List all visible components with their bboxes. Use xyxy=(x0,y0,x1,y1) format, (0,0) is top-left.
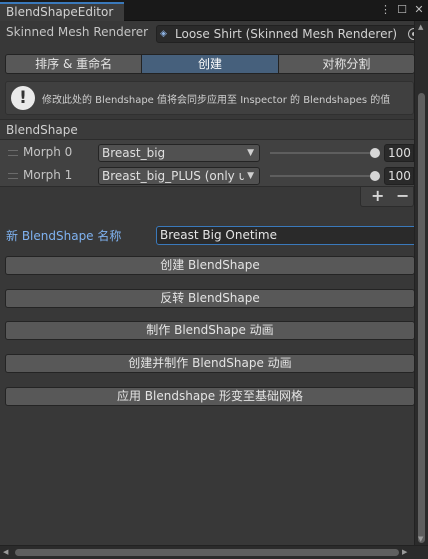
weight-slider[interactable] xyxy=(270,175,375,177)
window-tab-bar: BlendShapeEditor ⋮ ☐ ✕ xyxy=(0,0,428,21)
chevron-down-icon: ▼ xyxy=(244,145,254,161)
mesh-renderer-row: Skinned Mesh Renderer ◈ Loose Shirt (Ski… xyxy=(0,23,428,43)
horizontal-scrollbar[interactable]: ◀ ▶ xyxy=(0,545,428,559)
blendshape-list-body: Morph 0 Breast_big ▼ 100 Morph 1 Breast_… xyxy=(0,139,414,187)
drag-handle-icon[interactable] xyxy=(8,150,18,156)
drag-handle-icon[interactable] xyxy=(8,173,18,179)
close-icon[interactable]: ✕ xyxy=(414,2,424,18)
vertical-scrollbar[interactable]: ▲ ▼ xyxy=(414,21,428,545)
kebab-menu-icon[interactable]: ⋮ xyxy=(380,2,391,18)
shape-dropdown[interactable]: Breast_big_PLUS (only us ▼ xyxy=(98,167,260,185)
invert-blendshape-button[interactable]: 反转 BlendShape xyxy=(5,289,415,308)
vertical-scroll-thumb[interactable] xyxy=(418,93,425,543)
warning-icon: ! xyxy=(11,86,35,110)
list-item: Morph 1 Breast_big_PLUS (only us ▼ 100 xyxy=(0,165,414,187)
tab-symmetric-split[interactable]: 对称分割 xyxy=(278,55,414,73)
create-and-animate-button[interactable]: 创建并制作 BlendShape 动画 xyxy=(5,354,415,373)
shape-dropdown-value: Breast_big_PLUS (only us xyxy=(102,169,253,183)
remove-icon[interactable]: − xyxy=(396,187,409,205)
shape-dropdown-value: Breast_big xyxy=(102,146,166,160)
blendshape-list-header: BlendShape xyxy=(0,119,414,139)
tab-sort-rename[interactable]: 排序 & 重命名 xyxy=(6,55,143,73)
chevron-down-icon: ▼ xyxy=(244,168,254,184)
weight-field[interactable]: 100 xyxy=(384,167,414,185)
tab-create[interactable]: 创建 xyxy=(142,55,279,73)
scroll-down-icon[interactable]: ▼ xyxy=(418,535,423,543)
new-name-input[interactable]: Breast Big Onetime xyxy=(156,226,428,245)
animate-blendshape-button[interactable]: 制作 BlendShape 动画 xyxy=(5,321,415,340)
morph-label: Morph 1 xyxy=(23,168,73,182)
shape-dropdown[interactable]: Breast_big ▼ xyxy=(98,144,260,162)
weight-field[interactable]: 100 xyxy=(384,144,414,162)
blendshape-list: BlendShape Morph 0 Breast_big ▼ 100 Morp… xyxy=(0,117,414,209)
mesh-renderer-label: Skinned Mesh Renderer xyxy=(6,25,149,39)
weight-slider-handle[interactable] xyxy=(370,148,380,158)
create-blendshape-button[interactable]: 创建 BlendShape xyxy=(5,256,415,275)
mode-toolbar: 排序 & 重命名 创建 对称分割 xyxy=(5,54,415,74)
maximize-icon[interactable]: ☐ xyxy=(397,2,407,18)
help-box: ! 修改此处的 Blendshape 值将会同步应用至 Inspector 的 … xyxy=(5,81,414,115)
help-message: 修改此处的 Blendshape 值将会同步应用至 Inspector 的 Bl… xyxy=(42,95,391,106)
add-icon[interactable]: + xyxy=(371,187,384,205)
horizontal-scroll-thumb[interactable] xyxy=(15,549,399,556)
scroll-right-icon[interactable]: ▶ xyxy=(402,548,407,556)
new-name-label: 新 BlendShape 名称 xyxy=(6,229,122,243)
weight-slider-handle[interactable] xyxy=(370,171,380,181)
morph-label: Morph 0 xyxy=(23,145,73,159)
skinned-mesh-icon: ◈ xyxy=(160,29,167,39)
window-tab[interactable]: BlendShapeEditor xyxy=(0,2,124,21)
window-controls: ⋮ ☐ ✕ xyxy=(380,2,424,18)
window-tab-title: BlendShapeEditor xyxy=(6,5,114,19)
list-item: Morph 0 Breast_big ▼ 100 xyxy=(0,142,414,164)
weight-slider[interactable] xyxy=(270,152,375,154)
apply-to-base-mesh-button[interactable]: 应用 Blendshape 形变至基础网格 xyxy=(5,387,415,406)
editor-panel: Skinned Mesh Renderer ◈ Loose Shirt (Ski… xyxy=(0,21,428,545)
scroll-left-icon[interactable]: ◀ xyxy=(3,548,8,556)
scroll-up-icon[interactable]: ▲ xyxy=(418,23,423,31)
new-name-row: 新 BlendShape 名称 Breast Big Onetime xyxy=(0,224,428,245)
list-add-remove: + − xyxy=(360,187,414,207)
mesh-renderer-value: Loose Shirt (Skinned Mesh Renderer) xyxy=(175,27,398,41)
mesh-renderer-field[interactable]: ◈ Loose Shirt (Skinned Mesh Renderer) xyxy=(156,25,424,43)
